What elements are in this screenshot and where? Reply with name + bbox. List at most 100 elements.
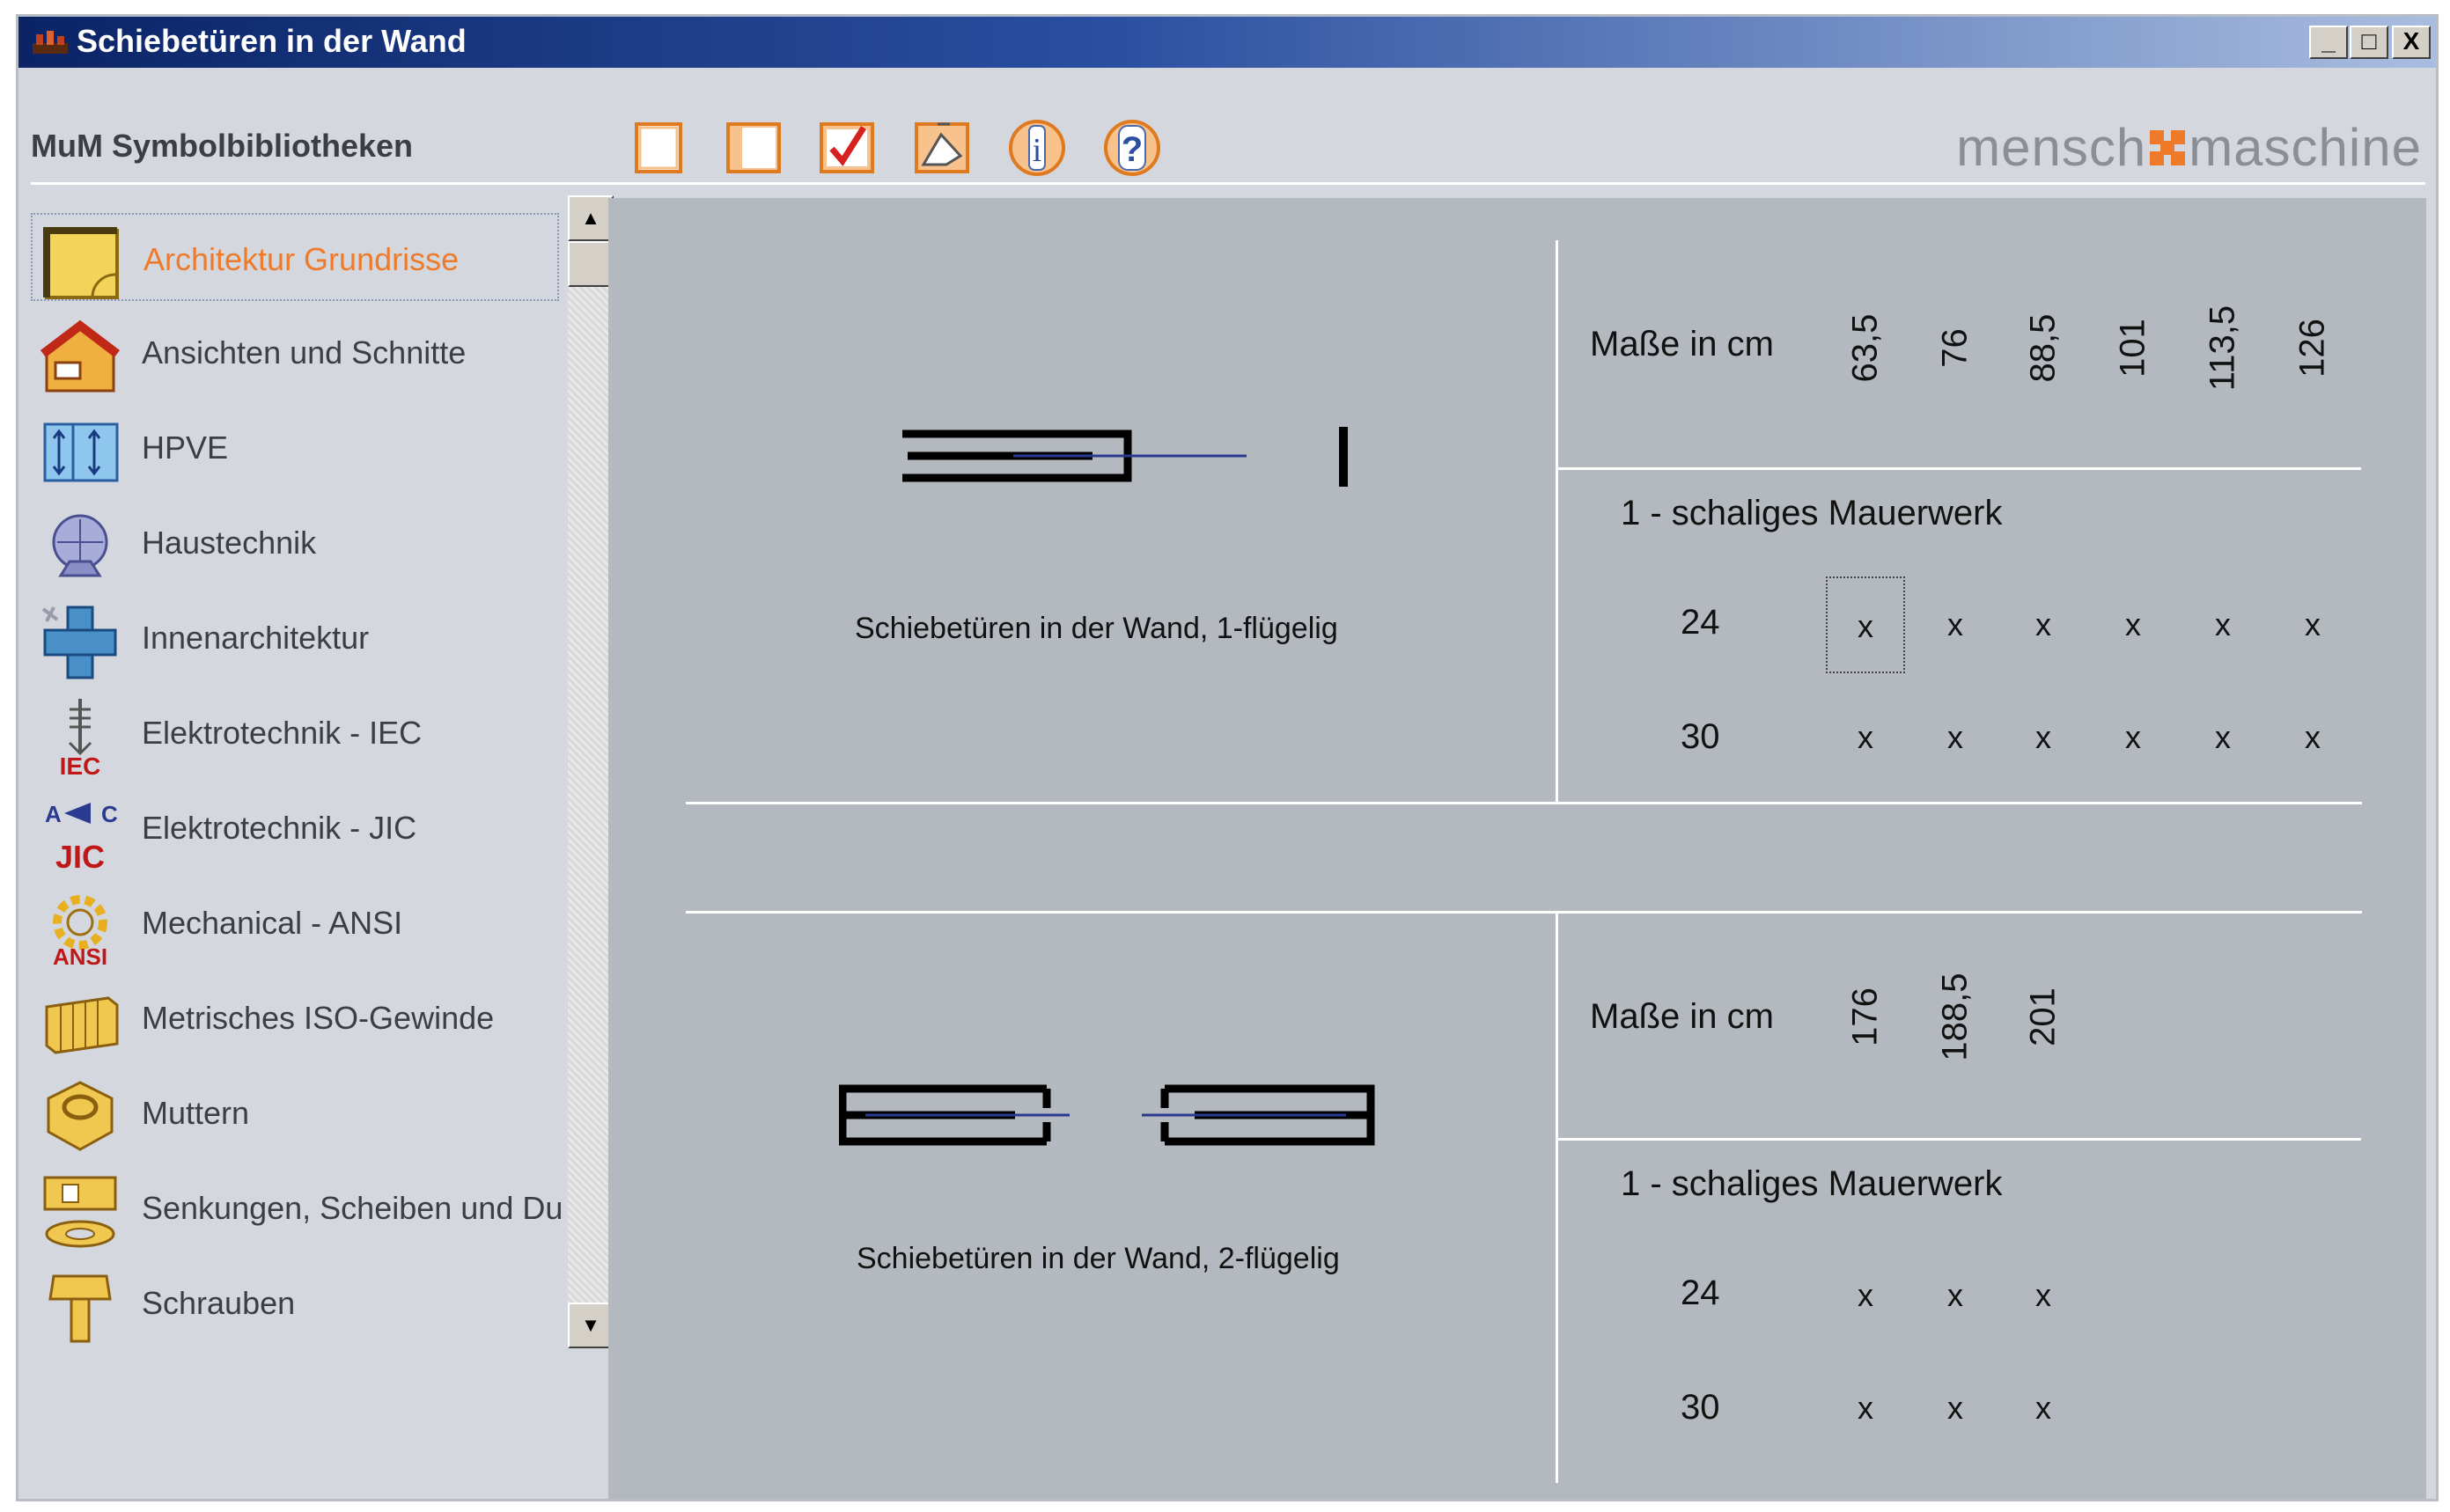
section2-cell-24-1[interactable]: x — [1916, 1247, 1995, 1344]
toolbar: MuM Symbolbibliotheken i ? mensch maschi… — [18, 68, 2436, 200]
section1-cell-30-0[interactable]: x — [1826, 689, 1905, 786]
sidebar-item-senkungen[interactable]: Senkungen, Scheiben und Du — [31, 1163, 563, 1251]
ansi-gear-icon: ANSI — [53, 895, 107, 966]
section1-col-2: 88,5 — [2023, 313, 2063, 383]
sidebar-item-iso-gewinde[interactable]: Metrisches ISO-Gewinde — [31, 973, 559, 1061]
blank-doc-icon[interactable] — [628, 117, 689, 179]
logo-x-icon — [2150, 129, 2186, 165]
house-icon — [40, 319, 121, 393]
jic-icon: A C JIC — [45, 801, 118, 871]
brand-logo: mensch maschine — [1956, 117, 2422, 178]
section1-header-line — [1556, 467, 2361, 470]
section1-cell-24-0[interactable]: x — [1826, 576, 1905, 673]
section2-cell-30-1[interactable]: x — [1916, 1360, 1995, 1457]
hvac-icon — [52, 514, 108, 577]
section1-col-4: 113,5 — [2203, 305, 2242, 392]
svg-text:ANSI: ANSI — [53, 943, 107, 966]
sidebar-item-ansichten[interactable]: Ansichten und Schnitte — [31, 308, 559, 396]
app-icon — [33, 31, 68, 54]
library-label: MuM Symbolbibliotheken — [31, 128, 414, 164]
hpve-icon — [43, 422, 119, 482]
sidebar-item-label: Ansichten und Schnitte — [142, 334, 467, 371]
checkmark-icon[interactable] — [816, 117, 878, 179]
double-sliding-door-symbol[interactable] — [839, 1082, 1376, 1152]
minimize-button[interactable]: _ — [2309, 26, 2348, 59]
sidebar-item-ansi[interactable]: ANSI Mechanical - ANSI — [31, 878, 559, 966]
section2-row-30: 30 — [1681, 1388, 1720, 1427]
svg-text:IEC: IEC — [60, 752, 101, 776]
sidebar-scrollbar[interactable]: ▲ ▼ — [568, 195, 614, 1348]
section1-cell-24-4[interactable]: x — [2183, 576, 2262, 673]
sidebar-item-hpve[interactable]: HPVE — [31, 403, 559, 491]
sidebar-item-muttern[interactable]: Muttern — [31, 1068, 559, 1156]
close-button[interactable]: X — [2392, 26, 2431, 59]
svg-text:A: A — [45, 801, 62, 827]
info-icon[interactable]: i — [1006, 117, 1068, 179]
sidebar-item-schrauben[interactable]: Schrauben — [31, 1259, 559, 1347]
sidebar-item-architektur[interactable]: Architektur Grundrisse — [31, 213, 559, 301]
section1-cell-30-1[interactable]: x — [1916, 689, 1995, 786]
svg-text:?: ? — [1122, 130, 1143, 169]
panel-icon[interactable] — [723, 117, 784, 179]
section1-cell-24-1[interactable]: x — [1916, 576, 1995, 673]
window-title: Schiebetüren in der Wand — [77, 23, 467, 59]
section1-wall-label: 1 - schaliges Mauerwerk — [1621, 494, 2003, 532]
section1-caption: Schiebetüren in der Wand, 1-flügelig — [855, 612, 1338, 645]
section2-cell-24-0[interactable]: x — [1826, 1247, 1905, 1344]
sidebar-item-label: Schrauben — [142, 1285, 296, 1321]
sidebar-item-innenarchitektur[interactable]: Innenarchitektur — [31, 593, 559, 681]
scroll-up-button[interactable]: ▲ — [568, 195, 614, 241]
symbol-panel: Schiebetüren in der Wand, 1-flügelig Maß… — [608, 198, 2426, 1499]
section2-cell-30-0[interactable]: x — [1826, 1360, 1905, 1457]
section1-cell-24-5[interactable]: x — [2273, 576, 2352, 673]
scroll-down-button[interactable]: ▼ — [568, 1303, 614, 1348]
washer-icon — [43, 1176, 117, 1248]
section1-row-24: 24 — [1681, 603, 1720, 642]
title-bar[interactable]: Schiebetüren in der Wand _ □ X — [18, 17, 2436, 68]
section1-divider — [1556, 240, 1558, 804]
sidebar-item-label: Senkungen, Scheiben und Du — [142, 1190, 563, 1226]
screw-icon — [48, 1274, 112, 1343]
section2-cell-24-2[interactable]: x — [2004, 1247, 2083, 1344]
sidebar-item-label: Mechanical - ANSI — [142, 905, 403, 941]
section1-col-5: 126 — [2292, 319, 2332, 378]
draw-icon[interactable] — [911, 117, 973, 179]
section2-wall-label: 1 - schaliges Mauerwerk — [1621, 1164, 2003, 1203]
help-icon[interactable]: ? — [1101, 117, 1163, 179]
sidebar-item-label: Architektur Grundrisse — [143, 241, 460, 277]
section1-cell-30-2[interactable]: x — [2004, 689, 2083, 786]
section2-row-24: 24 — [1681, 1273, 1720, 1312]
svg-text:JIC: JIC — [55, 839, 105, 871]
iec-icon: IEC — [60, 699, 101, 776]
section1-cell-30-4[interactable]: x — [2183, 689, 2262, 786]
section1-masse-label: Maße in cm — [1590, 325, 1774, 363]
section1-cell-30-5[interactable]: x — [2273, 689, 2352, 786]
single-sliding-door-symbol[interactable] — [899, 418, 1357, 497]
sidebar-item-label: Haustechnik — [142, 525, 317, 561]
svg-text:C: C — [101, 801, 118, 827]
interior-icon — [41, 606, 117, 679]
thread-icon — [45, 996, 119, 1054]
section-separator-bottom — [686, 911, 2362, 914]
section2-cell-30-2[interactable]: x — [2004, 1360, 2083, 1457]
section-separator-top — [686, 802, 2362, 804]
section2-caption: Schiebetüren in der Wand, 2-flügelig — [857, 1242, 1340, 1275]
section1-col-0: 63,5 — [1845, 313, 1885, 383]
section1-cell-30-3[interactable]: x — [2093, 689, 2173, 786]
sidebar-item-label: Innenarchitektur — [142, 620, 370, 656]
sidebar-item-iec[interactable]: IEC Elektrotechnik - IEC — [31, 688, 559, 776]
section2-divider — [1556, 913, 1558, 1483]
sidebar-item-haustechnik[interactable]: Haustechnik — [31, 498, 559, 586]
section2-masse-label: Maße in cm — [1590, 997, 1774, 1036]
section1-cell-24-2[interactable]: x — [2004, 576, 2083, 673]
section1-cell-24-3[interactable]: x — [2093, 576, 2173, 673]
sidebar-item-label: HPVE — [142, 429, 229, 466]
scroll-thumb[interactable] — [568, 241, 614, 287]
sidebar-item-label: Elektrotechnik - JIC — [142, 810, 417, 846]
floorplan-icon — [43, 227, 119, 299]
maximize-button[interactable]: □ — [2350, 26, 2388, 59]
sidebar-item-jic[interactable]: A C JIC Elektrotechnik - JIC — [31, 783, 559, 871]
sidebar-item-label: Elektrotechnik - IEC — [142, 715, 423, 751]
section1-row-30: 30 — [1681, 717, 1720, 756]
toolbar-divider — [31, 182, 2425, 185]
